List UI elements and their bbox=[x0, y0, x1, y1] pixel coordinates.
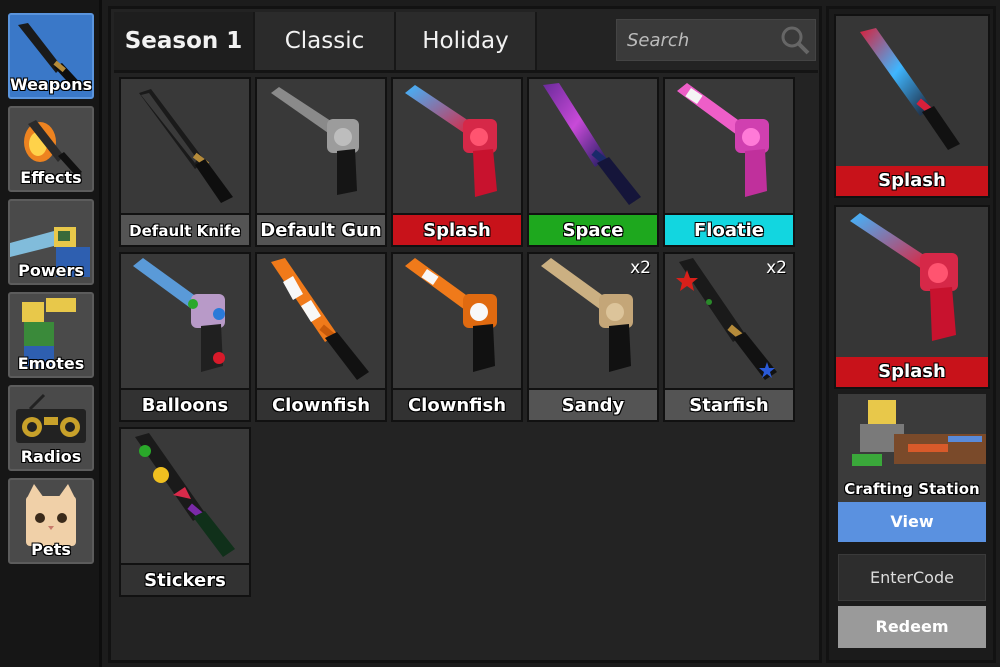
search-input[interactable] bbox=[617, 29, 775, 51]
equipped-gun-slot[interactable]: Splash bbox=[834, 205, 990, 389]
splash-gun-icon bbox=[393, 79, 521, 213]
default-gun-icon bbox=[257, 79, 385, 213]
item-card[interactable]: Stickers bbox=[119, 427, 251, 597]
equipped-name: Splash bbox=[836, 357, 988, 387]
default-knife-icon bbox=[121, 79, 249, 213]
space-knife-icon bbox=[529, 79, 657, 213]
category-pets[interactable]: Pets bbox=[8, 478, 94, 564]
category-label: Weapons bbox=[10, 75, 93, 94]
item-name: Sandy bbox=[529, 388, 657, 420]
category-emotes[interactable]: Emotes bbox=[8, 292, 94, 378]
item-name: Floatie bbox=[665, 213, 793, 245]
item-name: Splash bbox=[393, 213, 521, 245]
category-effects[interactable]: Effects bbox=[8, 106, 94, 192]
item-card[interactable]: Clownfish bbox=[255, 252, 387, 422]
item-card[interactable]: x2 Sandy bbox=[527, 252, 659, 422]
category-label: Emotes bbox=[17, 354, 85, 373]
category-radios[interactable]: Radios bbox=[8, 385, 94, 471]
tab-classic[interactable]: Classic bbox=[255, 12, 396, 70]
stickers-knife-icon bbox=[121, 429, 249, 563]
item-card[interactable]: Floatie bbox=[663, 77, 795, 247]
item-name: Default Knife bbox=[121, 213, 249, 245]
item-name: Clownfish bbox=[393, 388, 521, 420]
category-label: Powers bbox=[18, 261, 84, 280]
tab-holiday[interactable]: Holiday bbox=[396, 12, 537, 70]
category-sidebar: Weapons Effects Powers Emotes Radios Pet… bbox=[0, 0, 102, 667]
item-card[interactable]: Default Knife bbox=[119, 77, 251, 247]
equipped-panel: Splash Splash Crafting Station View Rede… bbox=[826, 6, 996, 663]
crafting-station-preview: Crafting Station bbox=[838, 394, 986, 502]
search-icon[interactable] bbox=[775, 19, 815, 61]
clownfish-knife-icon bbox=[257, 254, 385, 388]
view-crafting-button[interactable]: View bbox=[838, 502, 986, 542]
category-label: Pets bbox=[31, 540, 71, 559]
item-card[interactable]: Space bbox=[527, 77, 659, 247]
equipped-name: Splash bbox=[836, 166, 988, 196]
quantity-badge: x2 bbox=[630, 258, 651, 278]
balloons-gun-icon bbox=[121, 254, 249, 388]
item-name: Default Gun bbox=[257, 213, 385, 245]
item-name: Starfish bbox=[665, 388, 793, 420]
category-label: Radios bbox=[20, 447, 82, 466]
search-box bbox=[616, 19, 816, 61]
item-name: Space bbox=[529, 213, 657, 245]
splash-knife-icon bbox=[836, 16, 988, 168]
crafting-station-label: Crafting Station bbox=[844, 480, 980, 498]
item-name: Balloons bbox=[121, 388, 249, 420]
item-name: Clownfish bbox=[257, 388, 385, 420]
redeem-button[interactable]: Redeem bbox=[838, 606, 986, 648]
clownfish-gun-icon bbox=[393, 254, 521, 388]
tab-bar: Season 1 Classic Holiday bbox=[114, 12, 539, 70]
equipped-knife-slot[interactable]: Splash bbox=[834, 14, 990, 198]
item-card[interactable]: Balloons bbox=[119, 252, 251, 422]
item-name: Stickers bbox=[121, 563, 249, 595]
category-weapons[interactable]: Weapons bbox=[8, 13, 94, 99]
item-card[interactable]: Splash bbox=[391, 77, 523, 247]
category-label: Effects bbox=[20, 168, 82, 187]
code-box bbox=[838, 554, 986, 601]
tab-season-1[interactable]: Season 1 bbox=[114, 12, 255, 70]
floatie-gun-icon bbox=[665, 79, 793, 213]
item-card[interactable]: x2 Starfish bbox=[663, 252, 795, 422]
item-card[interactable]: Default Gun bbox=[255, 77, 387, 247]
item-card[interactable]: Clownfish bbox=[391, 252, 523, 422]
category-powers[interactable]: Powers bbox=[8, 199, 94, 285]
tab-divider bbox=[114, 70, 818, 73]
inventory-panel: Season 1 Classic Holiday Default Knife bbox=[108, 6, 822, 663]
code-input[interactable] bbox=[839, 555, 985, 600]
splash-gun-icon bbox=[836, 207, 988, 359]
quantity-badge: x2 bbox=[766, 258, 787, 278]
